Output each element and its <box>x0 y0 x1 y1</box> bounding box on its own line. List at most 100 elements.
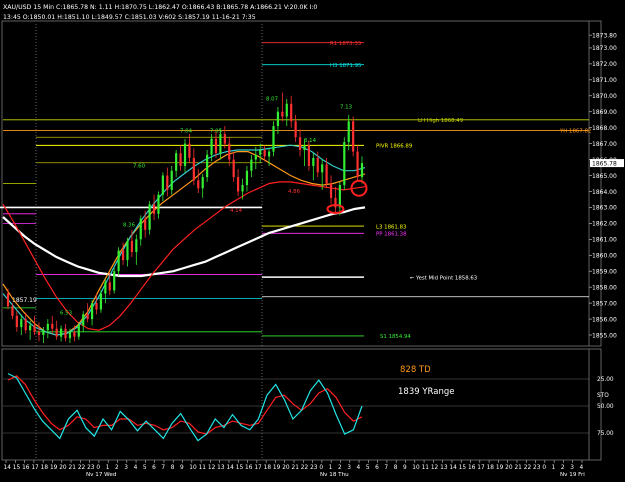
candle-body <box>338 185 341 208</box>
time-tick-label: 1 <box>106 465 110 471</box>
candle-body <box>82 314 85 326</box>
candle-body <box>290 103 293 122</box>
price-tick-label: 1864.00 <box>592 189 617 196</box>
candle-body <box>161 175 164 195</box>
candle-body <box>325 164 328 184</box>
candle-body <box>228 143 231 160</box>
candle-body <box>46 323 49 331</box>
stoch-tick-label: 75.00 <box>597 431 614 437</box>
time-tick-label: 2 <box>338 465 342 471</box>
candle-body <box>343 142 346 186</box>
time-tick-label: 21 <box>514 465 522 471</box>
time-tick-label: 14 <box>449 465 457 471</box>
time-tick-label: 20 <box>505 465 513 471</box>
chart-canvas[interactable]: XAU/USD 15 Min C:1865.78 N: 1.11 H:1870.… <box>0 0 625 478</box>
time-tick-label: 19 <box>273 465 281 471</box>
candle-body <box>55 328 58 337</box>
candle-body <box>285 103 288 117</box>
candle-body <box>29 325 32 331</box>
time-tick-label: 0 <box>96 465 100 471</box>
candle-body <box>276 111 280 127</box>
time-tick-label: 13 <box>440 465 448 471</box>
swing-label: 7.60 <box>133 164 146 170</box>
swing-label: 4.86 <box>288 189 301 195</box>
candle-body <box>152 204 156 214</box>
time-tick-label: 14 <box>226 465 234 471</box>
time-tick-label: 16 <box>468 465 476 471</box>
time-tick-label: 4 <box>134 465 138 471</box>
time-tick-label: 3 <box>124 465 128 471</box>
candle-body <box>148 204 151 230</box>
candle-body <box>139 218 142 240</box>
time-tick-label: 6 <box>152 465 156 471</box>
time-tick-label: 22 <box>78 465 86 471</box>
candle-body <box>121 250 125 261</box>
candle-body <box>329 183 333 198</box>
candle-body <box>192 157 195 181</box>
candle-body <box>294 121 297 138</box>
stoch-label: STO <box>597 393 609 399</box>
level-label: PP 1861.38 <box>376 231 407 237</box>
last-price-label: 1865.78 <box>592 160 617 167</box>
level-label: R1 1873.33 <box>330 41 361 47</box>
candle-body <box>347 121 350 143</box>
candle-body <box>20 319 23 328</box>
candle-body <box>352 121 355 152</box>
swing-label: 6.53 <box>60 310 72 316</box>
header-quote: XAU/USD 15 Min C:1865.78 N: 1.11 H:1870.… <box>3 4 317 11</box>
candle-body <box>11 306 14 316</box>
candle-body <box>210 138 213 155</box>
candle-body <box>15 315 18 328</box>
time-tick-label: 7 <box>161 465 165 471</box>
date-label: Nv 19 Fri <box>560 472 585 478</box>
time-tick-label: 20 <box>59 465 67 471</box>
candle-body <box>267 151 271 157</box>
candle-body <box>316 157 319 173</box>
candle-body <box>321 164 324 173</box>
time-tick-label: 19 <box>50 465 58 471</box>
time-tick-label: 8 <box>171 465 175 471</box>
time-tick-label: 11 <box>422 465 430 471</box>
time-tick-label: 3 <box>347 465 351 471</box>
candle-body <box>298 137 302 151</box>
time-tick-label: 21 <box>69 465 77 471</box>
time-tick-label: 23 <box>533 465 541 471</box>
candle-body <box>281 111 284 117</box>
time-tick-label: 19 <box>496 465 504 471</box>
time-tick-label: 1 <box>552 465 556 471</box>
level-label: S1 1854.94 <box>380 334 411 340</box>
time-tick-label: 5 <box>143 465 147 471</box>
candle-body <box>117 250 120 272</box>
candle-body <box>170 170 173 190</box>
candle-body <box>104 282 107 294</box>
candle-body <box>99 293 103 310</box>
candle-body <box>68 331 72 339</box>
candle-body <box>6 293 10 307</box>
time-tick-label: 10 <box>412 465 420 471</box>
candle-body <box>188 143 191 158</box>
price-tick-label: 1873.80 <box>592 32 617 39</box>
candle-body <box>241 185 244 192</box>
candle-body <box>303 145 306 151</box>
candle-body <box>179 153 182 166</box>
price-tick-label: 1873.00 <box>592 45 617 52</box>
candle-body <box>356 151 359 178</box>
candle-body <box>197 180 200 189</box>
candle-body <box>37 331 41 336</box>
price-tick-label: 1860.00 <box>592 253 617 260</box>
time-tick-label: 10 <box>189 465 197 471</box>
candle-body <box>24 319 27 331</box>
time-tick-label: 16 <box>245 465 253 471</box>
candle-body <box>108 282 111 291</box>
time-tick-label: 2 <box>115 465 119 471</box>
candle-body <box>73 331 76 337</box>
candle-body <box>206 154 209 178</box>
candle-body <box>135 239 138 253</box>
candle-body <box>245 170 249 186</box>
price-tick-label: 1856.00 <box>592 316 617 323</box>
arrow-icon: ← <box>410 275 415 281</box>
date-label: Nv 17 Wed <box>86 472 117 478</box>
range-annotation: 1839 YRange <box>398 387 454 397</box>
price-tick-label: 1861.00 <box>592 237 617 244</box>
time-tick-label: 22 <box>524 465 532 471</box>
